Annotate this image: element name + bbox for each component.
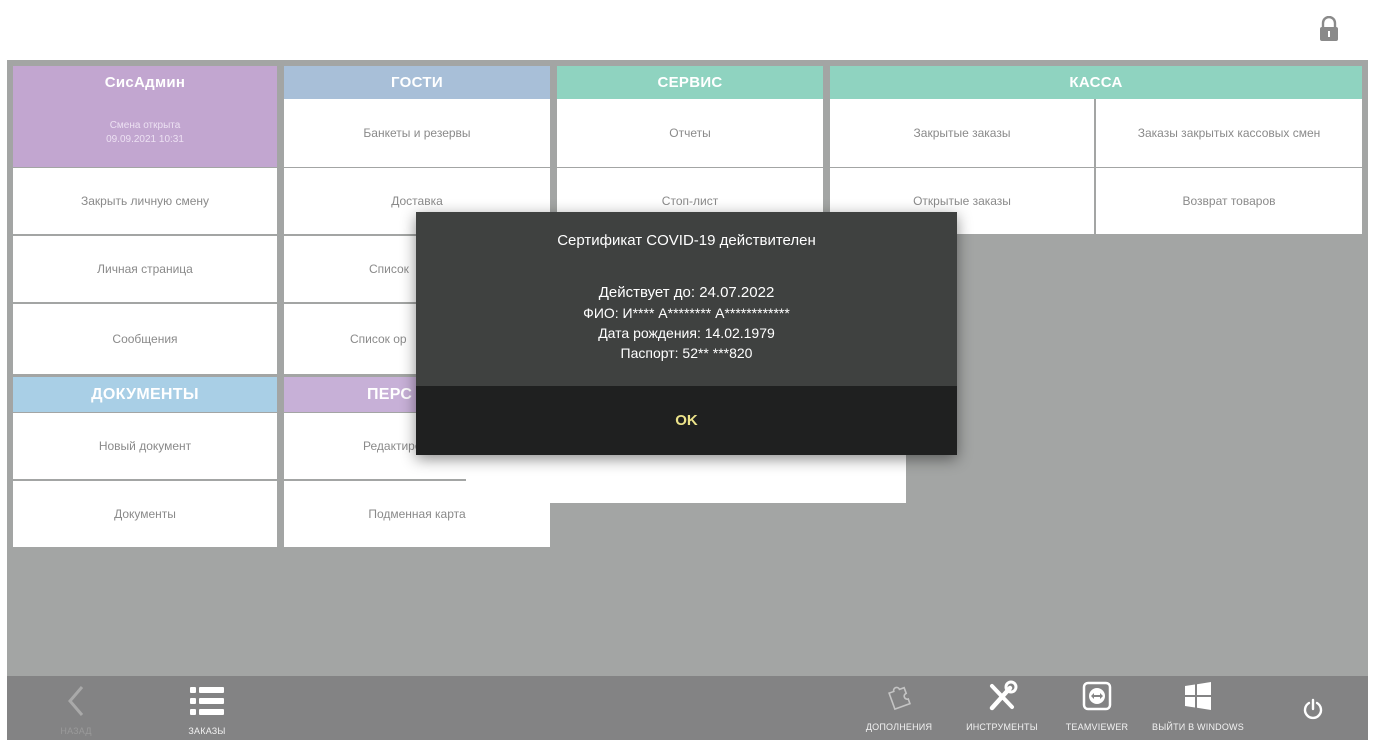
dialog-footer: OK: [416, 386, 957, 455]
tools-icon: [989, 680, 1018, 711]
list-icon: [190, 687, 224, 715]
guests-header: ГОСТИ: [284, 66, 550, 99]
orders-label: ЗАКАЗЫ: [188, 726, 226, 736]
sysadmin-header: СисАдмин: [13, 66, 277, 99]
guests-list-label: Список: [369, 262, 409, 276]
underlying-popup: [466, 455, 906, 503]
service-header: СЕРВИС: [557, 66, 823, 99]
new-document-button[interactable]: Новый документ: [13, 413, 277, 479]
ok-button[interactable]: OK: [675, 412, 698, 429]
tools-button[interactable]: ИНСТРУМЕНТЫ: [959, 680, 1045, 732]
bottom-toolbar: НАЗАД ЗАКАЗЫ ДОПОЛНЕНИЯ ИНСТРУМЕНТЫ TEAM…: [7, 676, 1368, 740]
banquets-reserves-button[interactable]: Банкеты и резервы: [284, 99, 550, 167]
documents-header: ДОКУМЕНТЫ: [13, 377, 277, 412]
messages-button[interactable]: Сообщения: [13, 304, 277, 374]
closed-orders-button[interactable]: Закрытые заказы: [830, 99, 1094, 167]
chevron-left-icon: [68, 686, 84, 716]
dialog-body: Действует до: 24.07.2022 ФИО: И**** А***…: [416, 283, 957, 363]
power-button[interactable]: [1299, 698, 1327, 720]
edit-personnel-label: Редактиро: [363, 439, 422, 453]
close-personal-shift-button[interactable]: Закрыть личную смену: [13, 168, 277, 234]
birth-date-text: Дата рождения: 14.02.1979: [598, 325, 775, 341]
exit-windows-button[interactable]: ВЫЙТИ В WINDOWS: [1143, 680, 1253, 732]
puzzle-icon: [888, 686, 911, 711]
dialog-title: Сертификат COVID-19 действителен: [557, 232, 816, 249]
exit-windows-label: ВЫЙТИ В WINDOWS: [1152, 722, 1244, 732]
valid-until-text: Действует до: 24.07.2022: [598, 284, 775, 301]
power-icon: [1303, 698, 1323, 720]
tools-label: ИНСТРУМЕНТЫ: [966, 722, 1038, 732]
covid-certificate-dialog: Сертификат COVID-19 действителен Действу…: [416, 212, 957, 455]
personal-page-button[interactable]: Личная страница: [13, 236, 277, 302]
addons-label: ДОПОЛНЕНИЯ: [865, 722, 933, 732]
return-goods-button[interactable]: Возврат товаров: [1096, 168, 1362, 234]
windows-icon: [1185, 682, 1211, 710]
kassa-header: КАССА: [830, 66, 1362, 99]
passport-text: Паспорт: 52** ***820: [620, 345, 753, 361]
top-bar: [0, 0, 1375, 60]
back-button[interactable]: НАЗАД: [51, 684, 101, 736]
reports-button[interactable]: Отчеты: [557, 99, 823, 167]
documents-button[interactable]: Документы: [13, 481, 277, 547]
shift-status-text: Смена открыта: [109, 120, 181, 131]
lock-icon[interactable]: [1318, 16, 1340, 42]
shift-status-panel: Смена открыта 09.09.2021 10:31: [13, 99, 277, 167]
personnel-header-label: ПЕРС: [367, 385, 413, 403]
orders-button[interactable]: ЗАКАЗЫ: [177, 684, 237, 736]
teamviewer-label: TEAMVIEWER: [1065, 722, 1129, 732]
orders-list-label: Список ор: [350, 332, 407, 346]
teamviewer-button[interactable]: TEAMVIEWER: [1062, 680, 1132, 732]
closed-shift-orders-button[interactable]: Заказы закрытых кассовых смен: [1096, 99, 1362, 167]
teamviewer-icon: [1082, 681, 1112, 711]
shift-datetime: 09.09.2021 10:31: [106, 134, 184, 145]
back-label: НАЗАД: [60, 726, 92, 736]
addons-button[interactable]: ДОПОЛНЕНИЯ: [863, 680, 935, 732]
fio-text: ФИО: И**** А******** А************: [583, 305, 790, 321]
